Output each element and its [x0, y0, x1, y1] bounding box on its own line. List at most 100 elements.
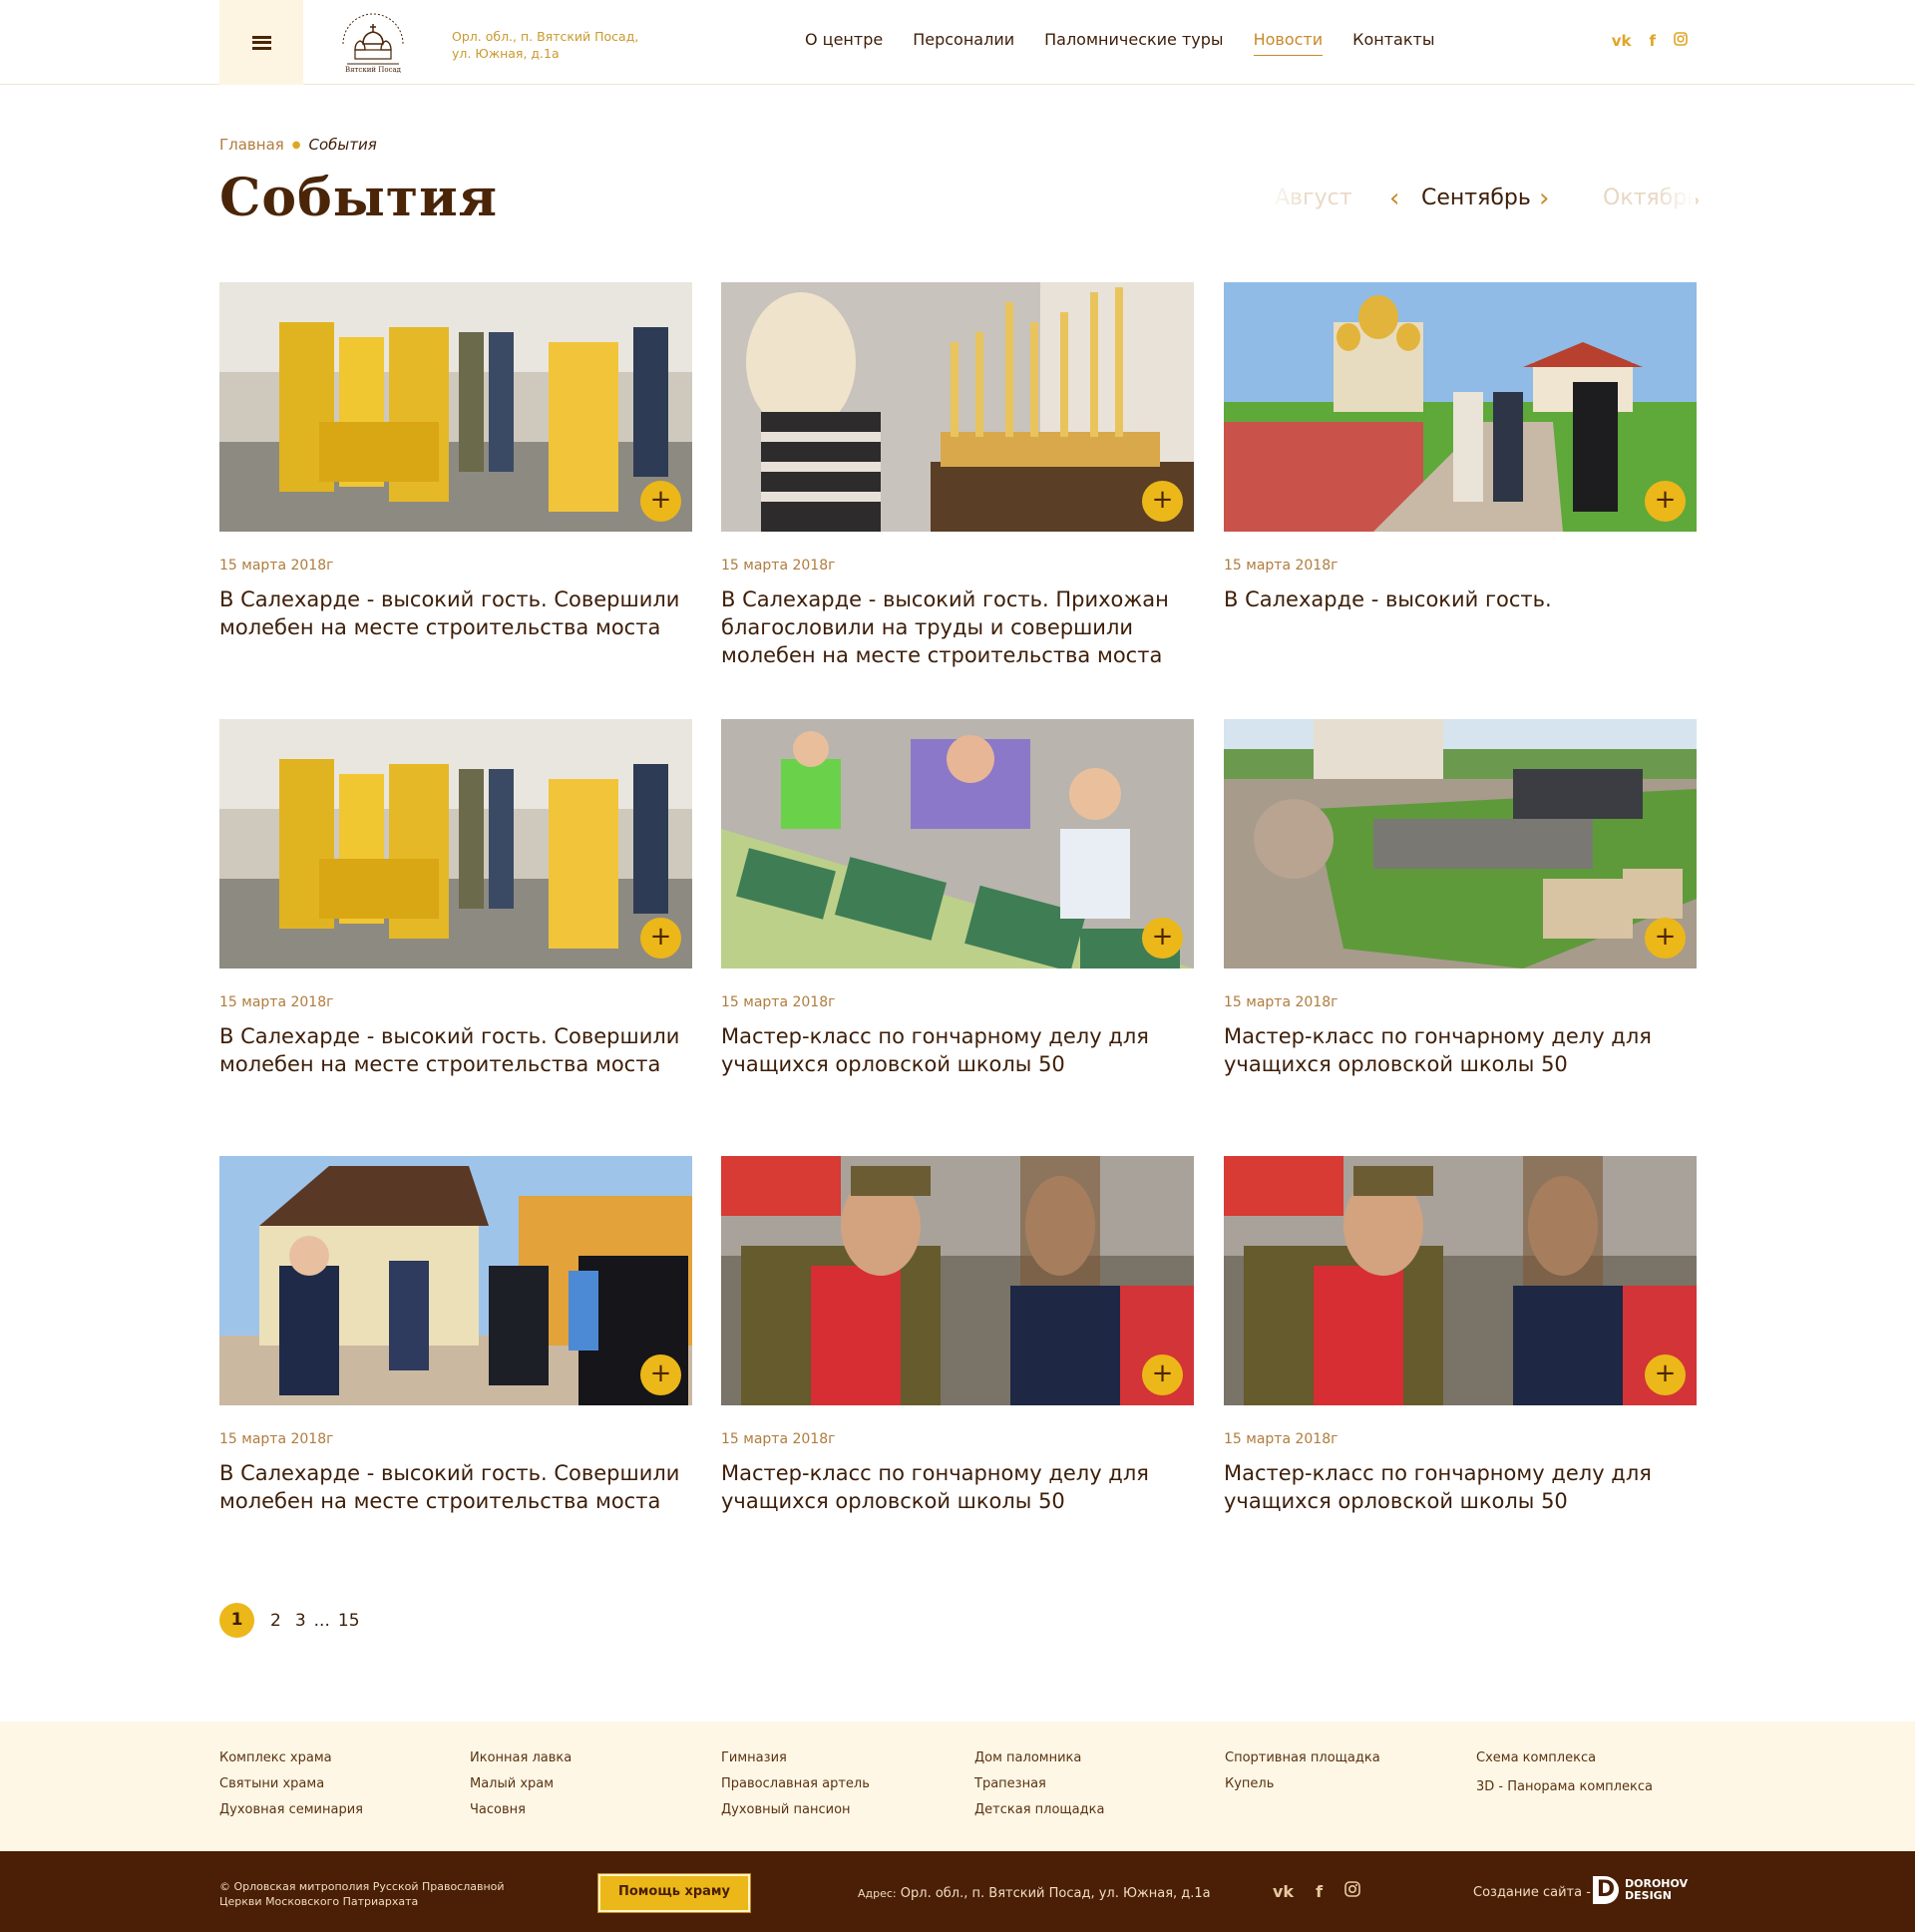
- footer-link[interactable]: 3D - Панорама комплекса: [1476, 1778, 1653, 1796]
- facebook-icon[interactable]: f: [1316, 1882, 1323, 1901]
- plus-icon[interactable]: +: [1645, 1354, 1686, 1395]
- footer-link[interactable]: Трапезная: [974, 1775, 1104, 1793]
- page-ellipsis: ...: [313, 1610, 330, 1631]
- plus-icon[interactable]: +: [640, 918, 681, 959]
- fade-right: [1656, 186, 1696, 215]
- plus-icon[interactable]: +: [1142, 481, 1183, 522]
- footer-column: Схема комплекса 3D - Панорама комплекса: [1476, 1749, 1653, 1796]
- news-date: 15 марта 2018г: [1224, 994, 1339, 1010]
- breadcrumb-current: События: [308, 136, 377, 154]
- news-card[interactable]: + 15 марта 2018г В Салехарде - высокий г…: [219, 719, 692, 1078]
- news-date: 15 марта 2018г: [1224, 1431, 1339, 1447]
- page-1[interactable]: 1: [219, 1603, 254, 1638]
- news-card[interactable]: + 15 марта 2018г Мастер-класс по гончарн…: [1224, 719, 1697, 1078]
- news-title[interactable]: В Салехарде - высокий гость.: [1224, 585, 1697, 613]
- nav-item-personalities[interactable]: Персоналии: [913, 30, 1014, 56]
- plus-icon[interactable]: +: [1645, 918, 1686, 959]
- page-2[interactable]: 2: [270, 1611, 281, 1631]
- news-date: 15 марта 2018г: [721, 558, 836, 574]
- site-logo[interactable]: Вятский Посад: [333, 10, 413, 76]
- news-photo[interactable]: +: [219, 1156, 692, 1405]
- footer-column: Дом паломника Трапезная Детская площадка: [974, 1749, 1104, 1819]
- nav-item-about[interactable]: О центре: [805, 30, 883, 56]
- plus-icon[interactable]: +: [1142, 1354, 1183, 1395]
- made-by-label: Создание сайта -: [1473, 1885, 1591, 1900]
- footer-address: Адрес: Орл. обл., п. Вятский Посад, ул. …: [858, 1886, 1211, 1901]
- header-social-links: vk f: [1612, 32, 1688, 50]
- chevron-left-icon[interactable]: ‹: [1389, 184, 1399, 213]
- nav-item-contacts[interactable]: Контакты: [1352, 30, 1434, 56]
- news-date: 15 марта 2018г: [721, 1431, 836, 1447]
- news-title[interactable]: В Салехарде - высокий гость. Совершили м…: [219, 585, 692, 641]
- help-temple-button[interactable]: Помощь храму: [598, 1874, 750, 1912]
- news-photo[interactable]: +: [721, 719, 1194, 968]
- news-photo[interactable]: +: [1224, 282, 1697, 532]
- vk-icon[interactable]: vk: [1273, 1882, 1294, 1901]
- pagination: 1 2 3 ... 15: [219, 1603, 360, 1638]
- plus-icon[interactable]: +: [640, 481, 681, 522]
- instagram-icon[interactable]: [1344, 1881, 1360, 1901]
- breadcrumb-home[interactable]: Главная: [219, 136, 284, 154]
- news-photo[interactable]: +: [1224, 1156, 1697, 1405]
- vk-icon[interactable]: vk: [1612, 32, 1632, 50]
- news-photo[interactable]: +: [219, 719, 692, 968]
- instagram-icon[interactable]: [1674, 32, 1688, 50]
- footer-link[interactable]: Схема комплекса: [1476, 1749, 1653, 1767]
- news-card[interactable]: + 15 марта 2018г В Салехарде - высокий г…: [219, 1156, 692, 1515]
- news-title[interactable]: В Салехарде - высокий гость. Совершили м…: [219, 1459, 692, 1515]
- news-photo[interactable]: +: [721, 282, 1194, 532]
- plus-icon[interactable]: +: [1645, 481, 1686, 522]
- news-card[interactable]: + 15 марта 2018г В Салехарде - высокий г…: [219, 282, 692, 641]
- month-current-label: Сентябрь: [1421, 186, 1531, 210]
- dorohov-design-logo[interactable]: D DOROHOV DESIGN: [1593, 1876, 1688, 1904]
- header-address: Орл. обл., п. Вятский Посад, ул. Южная, …: [452, 29, 639, 61]
- news-title[interactable]: Мастер-класс по гончарному делу для учащ…: [1224, 1022, 1697, 1078]
- page-last[interactable]: 15: [338, 1611, 360, 1631]
- news-title[interactable]: В Салехарде - высокий гость. Совершили м…: [219, 1022, 692, 1078]
- news-photo[interactable]: +: [721, 1156, 1194, 1405]
- nav-item-pilgrim-tours[interactable]: Паломнические туры: [1044, 30, 1223, 56]
- news-card[interactable]: + 15 марта 2018г Мастер-класс по гончарн…: [1224, 1156, 1697, 1515]
- footer-link[interactable]: Духовный пансион: [721, 1801, 870, 1819]
- footer-link[interactable]: Иконная лавка: [470, 1749, 572, 1767]
- plus-icon[interactable]: +: [1142, 918, 1183, 959]
- footer-link[interactable]: Купель: [1225, 1775, 1380, 1793]
- footer-link[interactable]: Малый храм: [470, 1775, 572, 1793]
- footer-link[interactable]: Православная артель: [721, 1775, 870, 1793]
- news-title[interactable]: В Салехарде - высокий гость. Прихожан бл…: [721, 585, 1194, 669]
- hamburger-icon: [251, 35, 271, 50]
- news-photo[interactable]: +: [219, 282, 692, 532]
- month-switcher: Август ‹ Сентябрь › Октябрь: [1267, 184, 1700, 215]
- news-title[interactable]: Мастер-класс по гончарному делу для учащ…: [721, 1022, 1194, 1078]
- footer-link[interactable]: Комплекс храма: [219, 1749, 363, 1767]
- news-date: 15 марта 2018г: [219, 1431, 334, 1447]
- news-title[interactable]: Мастер-класс по гончарному делу для учащ…: [1224, 1459, 1697, 1515]
- footer-link[interactable]: Детская площадка: [974, 1801, 1104, 1819]
- news-photo[interactable]: +: [1224, 719, 1697, 968]
- news-card[interactable]: + 15 марта 2018г Мастер-класс по гончарн…: [721, 1156, 1194, 1515]
- plus-icon[interactable]: +: [640, 1354, 681, 1395]
- footer-link[interactable]: Духовная семинария: [219, 1801, 363, 1819]
- footer-column: Комплекс храма Святыни храма Духовная се…: [219, 1749, 363, 1819]
- news-title[interactable]: Мастер-класс по гончарному делу для учащ…: [721, 1459, 1194, 1515]
- page-3[interactable]: 3: [295, 1611, 306, 1631]
- facebook-icon[interactable]: f: [1649, 32, 1656, 50]
- footer-address-label: Адрес:: [858, 1887, 897, 1900]
- footer-link[interactable]: Спортивная площадка: [1225, 1749, 1380, 1767]
- news-card[interactable]: + 15 марта 2018г В Салехарде - высокий г…: [1224, 282, 1697, 613]
- footer-link[interactable]: Гимназия: [721, 1749, 870, 1767]
- news-card[interactable]: + 15 марта 2018г Мастер-класс по гончарн…: [721, 719, 1194, 1078]
- hamburger-menu-button[interactable]: [219, 0, 303, 85]
- footer-link[interactable]: Часовня: [470, 1801, 572, 1819]
- news-date: 15 марта 2018г: [721, 994, 836, 1010]
- news-date: 15 марта 2018г: [219, 558, 334, 574]
- news-card[interactable]: + 15 марта 2018г В Салехарде - высокий г…: [721, 282, 1194, 669]
- footer-column: Иконная лавка Малый храм Часовня: [470, 1749, 572, 1819]
- footer-link[interactable]: Святыни храма: [219, 1775, 363, 1793]
- site-header: Вятский Посад Орл. обл., п. Вятский Поса…: [0, 0, 1915, 85]
- svg-text:Вятский Посад: Вятский Посад: [345, 66, 402, 74]
- footer-link[interactable]: Дом паломника: [974, 1749, 1104, 1767]
- chevron-right-icon[interactable]: ›: [1539, 184, 1549, 213]
- main-nav: О центре Персоналии Паломнические туры Н…: [805, 30, 1434, 56]
- nav-item-news[interactable]: Новости: [1253, 30, 1324, 56]
